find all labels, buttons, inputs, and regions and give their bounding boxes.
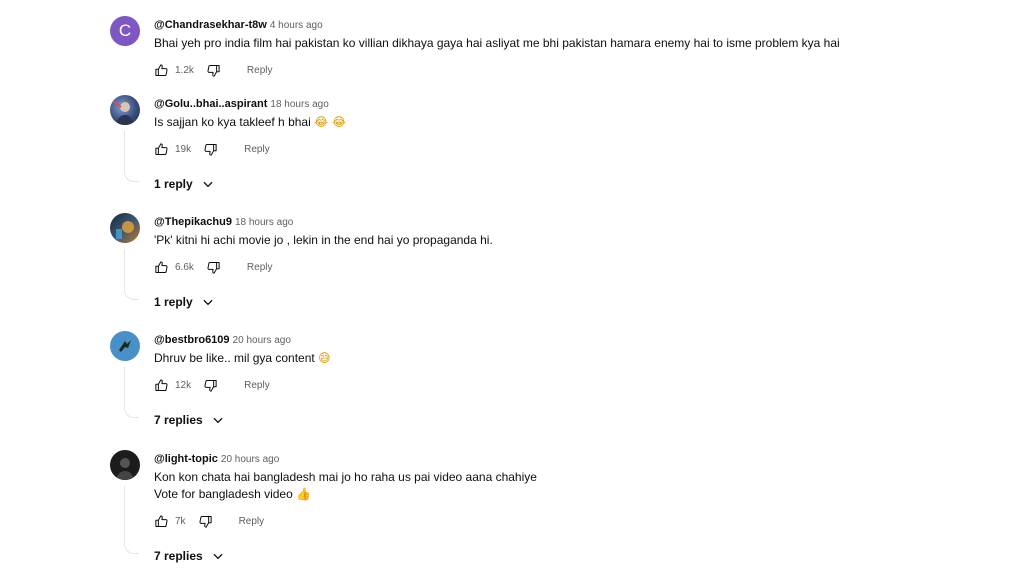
like-button[interactable] (154, 514, 169, 529)
like-count: 19k (175, 143, 192, 155)
reply-button[interactable]: Reply (247, 262, 273, 273)
avatar-image (112, 100, 134, 125)
dislike-button[interactable] (206, 63, 221, 78)
comment-actions: 7k Reply (154, 511, 930, 531)
thread-connector (124, 486, 139, 554)
like-button[interactable] (154, 63, 169, 78)
comment-time[interactable]: 20 hours ago (233, 335, 291, 346)
thumbs-down-icon (207, 64, 220, 77)
like-count: 7k (175, 515, 186, 527)
comment-author[interactable]: @Thepikachu9 (154, 216, 232, 228)
thread-connector (124, 131, 139, 182)
like-button[interactable] (154, 260, 169, 275)
comment-text: Kon kon chata hai bangladesh mai jo ho r… (154, 469, 930, 503)
avatar[interactable] (110, 213, 140, 243)
comment-actions: 6.6k Reply (154, 257, 930, 277)
thumbs-up-icon (155, 378, 168, 391)
avatar[interactable] (110, 450, 140, 480)
comment-text: Bhai yeh pro india film hai pakistan ko … (154, 35, 930, 52)
view-replies-button[interactable]: 1 reply (154, 174, 215, 194)
thumbs-up-icon (155, 142, 168, 155)
comment-text: Dhruv be like.. mil gya content 😅 (154, 350, 930, 367)
comment-line: Is sajjan ko kya takleef h bhai (154, 115, 311, 129)
thumbs-down-icon (207, 261, 220, 274)
dislike-button[interactable] (203, 142, 218, 157)
reply-button[interactable]: Reply (239, 516, 265, 527)
comment-text: 'Pk' kitni hi achi movie jo , lekin in t… (154, 232, 930, 249)
like-count: 1.2k (175, 64, 194, 76)
thumbs-up-icon (155, 63, 168, 76)
dislike-button[interactable] (206, 260, 221, 275)
reply-button[interactable]: Reply (247, 65, 273, 76)
comment-author[interactable]: @Chandrasekhar-t8w (154, 19, 267, 31)
replies-count: 7 replies (154, 413, 203, 427)
chevron-down-icon (213, 417, 223, 424)
reply-button[interactable]: Reply (244, 144, 270, 155)
replies-count: 7 replies (154, 549, 203, 563)
comment-line: Dhruv be like.. mil gya content (154, 351, 315, 365)
emoji: 😅 (318, 351, 331, 365)
comment-time[interactable]: 4 hours ago (270, 20, 323, 31)
comment-text: Is sajjan ko kya takleef h bhai 😂 😂 (154, 114, 930, 131)
thread-connector (124, 367, 139, 418)
comment-author[interactable]: @Golu..bhai..aspirant (154, 98, 267, 110)
view-replies-button[interactable]: 1 reply (154, 292, 215, 312)
comment-author[interactable]: @light-topic (154, 453, 218, 465)
avatar[interactable]: C (110, 16, 140, 46)
like-button[interactable] (154, 378, 169, 393)
comment-line: Kon kon chata hai bangladesh mai jo ho r… (154, 470, 537, 484)
avatar-image (119, 340, 131, 352)
comment-time[interactable]: 18 hours ago (235, 217, 293, 228)
replies-count: 1 reply (154, 295, 193, 309)
emoji: 😂 😂 (314, 115, 346, 129)
reply-button[interactable]: Reply (244, 380, 270, 391)
avatar[interactable] (110, 95, 140, 125)
comment-actions: 1.2k Reply (154, 60, 930, 80)
thumbs-down-icon (199, 515, 212, 528)
comment-line: Vote for bangladesh video (154, 487, 293, 501)
like-button[interactable] (154, 142, 169, 157)
avatar-letter: C (118, 21, 132, 40)
comment-line-wrap: Vote for bangladesh video 👍 (154, 486, 930, 503)
avatar-image (116, 221, 134, 239)
thumbs-up-icon (155, 514, 168, 527)
dislike-button[interactable] (203, 378, 218, 393)
chevron-down-icon (213, 553, 223, 560)
avatar[interactable] (110, 331, 140, 361)
avatar-image (116, 458, 134, 480)
thread-connector (124, 249, 139, 300)
chevron-down-icon (203, 299, 213, 306)
emoji: 👍 (296, 487, 312, 501)
comment-actions: 19k Reply (154, 139, 930, 159)
chevron-down-icon (203, 181, 213, 188)
comment-line: 'Pk' kitni hi achi movie jo , lekin in t… (154, 233, 493, 247)
comment-actions: 12k Reply (154, 375, 930, 395)
dislike-button[interactable] (198, 514, 213, 529)
thumbs-down-icon (204, 379, 217, 392)
comment-time[interactable]: 20 hours ago (221, 454, 279, 465)
replies-count: 1 reply (154, 177, 193, 191)
thumbs-down-icon (204, 143, 217, 156)
thumbs-up-icon (155, 260, 168, 273)
like-count: 12k (175, 379, 192, 391)
comment-line: Bhai yeh pro india film hai pakistan ko … (154, 36, 840, 50)
view-replies-button[interactable]: 7 replies (154, 546, 225, 566)
comment-author[interactable]: @bestbro6109 (154, 334, 230, 346)
like-count: 6.6k (175, 261, 194, 273)
view-replies-button[interactable]: 7 replies (154, 410, 225, 430)
comment-time[interactable]: 18 hours ago (270, 99, 328, 110)
